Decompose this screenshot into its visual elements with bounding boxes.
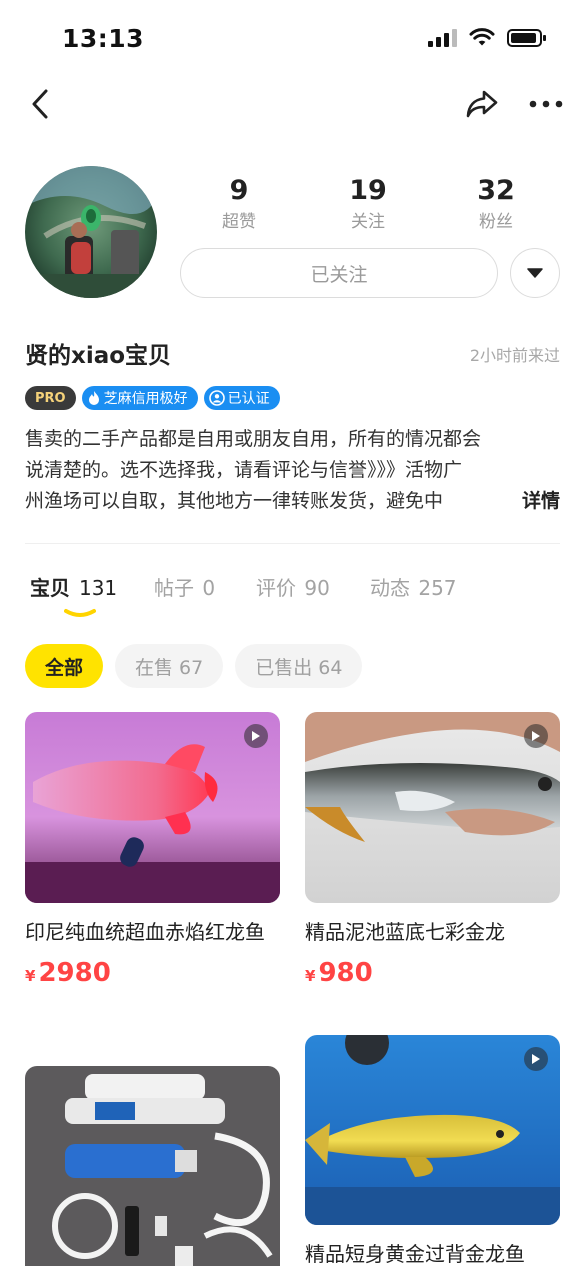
bio[interactable]: 售卖的二手产品都是自用或朋友自用，所有的情况都会 说清楚的。选不选择我，请看评论… (25, 424, 560, 517)
stat-value: 19 (349, 175, 387, 206)
nav-bar (0, 78, 585, 128)
status-bar: 13:13 (0, 0, 585, 78)
filter-sold[interactable]: 已售出 64 (235, 644, 363, 688)
status-icons (428, 28, 547, 48)
credit-badge[interactable]: 芝麻信用极好 (81, 386, 198, 410)
share-button[interactable] (462, 84, 502, 124)
profile-stats: 9 超赞 19 关注 32 粉丝 (180, 172, 560, 238)
filter-on-sale[interactable]: 在售 67 (115, 644, 224, 688)
video-badge (244, 724, 268, 748)
video-badge (524, 724, 548, 748)
play-icon (252, 731, 260, 741)
tab-items[interactable]: 宝贝 131 (30, 572, 117, 601)
credit-badge-label: 芝麻信用极好 (103, 391, 188, 407)
price-currency: ¥ (305, 967, 316, 985)
tab-count: 257 (418, 576, 457, 600)
divider (25, 543, 560, 544)
bio-line: 说清楚的。选不选择我，请看评论与信誉》》》活物广 (25, 459, 463, 481)
follow-dropdown-button[interactable] (510, 248, 560, 298)
tab-label: 帖子 (154, 576, 194, 600)
tab-count: 0 (202, 576, 216, 600)
tab-active-indicator (64, 609, 96, 617)
filter-chips: 全部 在售 67 已售出 64 (25, 644, 363, 688)
stat-label: 粉丝 (479, 212, 513, 232)
badges: PRO 芝麻信用极好 已认证 (25, 385, 280, 411)
tab-label: 动态 (370, 576, 410, 600)
chevron-left-icon (32, 89, 48, 119)
filter-all[interactable]: 全部 (25, 644, 104, 688)
tab-activity[interactable]: 动态 257 (370, 572, 457, 601)
product-card[interactable]: 印尼纯血统超血赤焰红龙鱼 ¥ 2980 (25, 712, 280, 988)
caret-down-icon (527, 268, 543, 278)
status-time: 13:13 (62, 24, 145, 53)
followed-button[interactable]: 已关注 (180, 248, 498, 298)
product-title: 印尼纯血统超血赤焰红龙鱼 (25, 920, 265, 944)
price-value: 980 (318, 958, 373, 988)
tab-label: 评价 (256, 576, 296, 600)
tab-reviews[interactable]: 评价 90 (256, 572, 330, 601)
product-image[interactable] (305, 712, 560, 903)
bio-line: 售卖的二手产品都是自用或朋友自用，所有的情况都会 (25, 428, 482, 450)
stat-followers[interactable]: 32 粉丝 (446, 172, 546, 234)
last-seen: 2小时前来过 (469, 346, 560, 365)
username: 贤的xiao宝贝 (25, 343, 172, 369)
more-options-button[interactable] (524, 84, 568, 124)
verified-badge[interactable]: 已认证 (203, 386, 280, 410)
product-image[interactable] (25, 1066, 280, 1266)
product-image[interactable] (305, 1035, 560, 1225)
stat-value: 32 (477, 175, 515, 206)
cellular-signal-icon (428, 29, 457, 47)
play-icon (532, 1054, 540, 1064)
verified-user-icon (208, 390, 225, 406)
wifi-icon (469, 28, 495, 46)
tab-label: 宝贝 (30, 576, 70, 600)
battery-icon (507, 29, 546, 47)
product-title: 精品短身黄金过背金龙鱼 (305, 1242, 525, 1266)
product-card[interactable] (25, 1066, 280, 1266)
tab-count: 131 (78, 576, 118, 600)
video-badge (524, 1047, 548, 1071)
bio-more-link[interactable]: 详情 (491, 486, 560, 517)
bio-line: 州渔场可以自取，其他地方一律转账发货，避免中 (25, 490, 444, 512)
price-currency: ¥ (25, 967, 36, 985)
tab-posts[interactable]: 帖子 0 (154, 572, 215, 601)
stat-label: 关注 (351, 212, 385, 232)
product-image[interactable] (25, 712, 280, 903)
avatar[interactable] (25, 166, 157, 298)
content-tabs: 宝贝 131 帖子 0 评价 90 动态 257 (0, 568, 585, 620)
stat-following[interactable]: 19 关注 (318, 172, 418, 234)
share-icon (466, 90, 498, 118)
flame-icon (88, 391, 99, 405)
product-price: ¥ 980 (305, 958, 560, 988)
tab-count: 90 (304, 576, 330, 600)
product-title: 精品泥池蓝底七彩金龙 (305, 920, 505, 944)
product-card[interactable]: 精品短身黄金过背金龙鱼 (305, 1035, 560, 1266)
product-price: ¥ 2980 (25, 958, 280, 988)
product-card[interactable]: 精品泥池蓝底七彩金龙 ¥ 980 (305, 712, 560, 988)
price-value: 2980 (38, 958, 111, 988)
more-dots-icon (529, 100, 563, 108)
back-button[interactable] (22, 84, 58, 124)
stat-likes[interactable]: 9 超赞 (189, 172, 289, 234)
stat-value: 9 (229, 175, 249, 206)
play-icon (532, 731, 540, 741)
stat-label: 超赞 (222, 212, 256, 232)
verified-badge-label: 已认证 (227, 391, 270, 407)
pro-badge[interactable]: PRO (25, 386, 76, 410)
